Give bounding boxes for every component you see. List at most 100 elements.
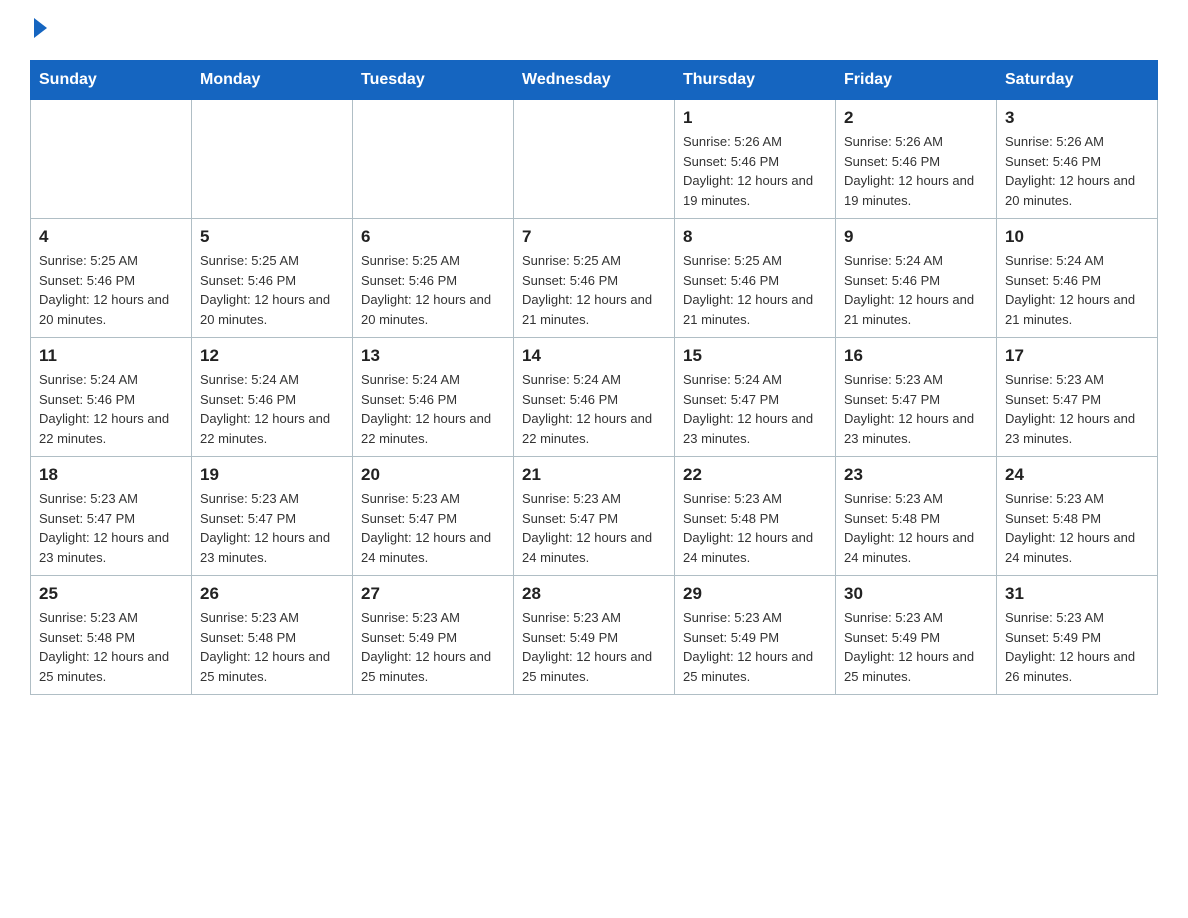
calendar-day-cell: 13 Sunrise: 5:24 AMSunset: 5:46 PMDayligh…: [353, 338, 514, 457]
day-info: Sunrise: 5:23 AMSunset: 5:49 PMDaylight:…: [1005, 608, 1149, 686]
calendar-week-row: 4Sunrise: 5:25 AMSunset: 5:46 PMDaylight…: [31, 219, 1158, 338]
day-number: 19: [200, 465, 344, 485]
calendar-day-cell: 8 Sunrise: 5:25 AMSunset: 5:46 PMDaylight…: [675, 219, 836, 338]
calendar-week-row: 25 Sunrise: 5:23 AMSunset: 5:48 PMDayligh…: [31, 576, 1158, 695]
calendar-day-cell: 26Sunrise: 5:23 AMSunset: 5:48 PMDayligh…: [192, 576, 353, 695]
day-info: Sunrise: 5:23 AMSunset: 5:47 PMDaylight:…: [361, 489, 505, 567]
day-number: 29: [683, 584, 827, 604]
calendar-day-cell: 25 Sunrise: 5:23 AMSunset: 5:48 PMDayligh…: [31, 576, 192, 695]
day-number: 23: [844, 465, 988, 485]
day-info: Sunrise: 5:26 AMSunset: 5:46 PMDaylight:…: [844, 132, 988, 210]
calendar-day-cell: 21Sunrise: 5:23 AMSunset: 5:47 PMDayligh…: [514, 457, 675, 576]
weekday-header-monday: Monday: [192, 61, 353, 100]
day-info: Sunrise: 5:24 AMSunset: 5:46 PMDaylight:…: [1005, 251, 1149, 329]
day-number: 12: [200, 346, 344, 366]
calendar-day-cell: 16 Sunrise: 5:23 AMSunset: 5:47 PMDayligh…: [836, 338, 997, 457]
calendar-day-cell: 19 Sunrise: 5:23 AMSunset: 5:47 PMDayligh…: [192, 457, 353, 576]
day-number: 5: [200, 227, 344, 247]
calendar-day-cell: 4Sunrise: 5:25 AMSunset: 5:46 PMDaylight…: [31, 219, 192, 338]
day-number: 24: [1005, 465, 1149, 485]
day-info: Sunrise: 5:23 AMSunset: 5:47 PMDaylight:…: [200, 489, 344, 567]
calendar-day-cell: 1 Sunrise: 5:26 AMSunset: 5:46 PMDaylight…: [675, 100, 836, 219]
day-number: 8: [683, 227, 827, 247]
calendar-day-cell: 3 Sunrise: 5:26 AMSunset: 5:46 PMDaylight…: [997, 100, 1158, 219]
day-number: 9: [844, 227, 988, 247]
calendar-day-cell: 31 Sunrise: 5:23 AMSunset: 5:49 PMDayligh…: [997, 576, 1158, 695]
day-number: 18: [39, 465, 183, 485]
day-number: 31: [1005, 584, 1149, 604]
day-number: 25: [39, 584, 183, 604]
day-info: Sunrise: 5:25 AMSunset: 5:46 PMDaylight:…: [361, 251, 505, 329]
calendar-week-row: 1 Sunrise: 5:26 AMSunset: 5:46 PMDaylight…: [31, 100, 1158, 219]
day-number: 1: [683, 108, 827, 128]
calendar-day-cell: 6 Sunrise: 5:25 AMSunset: 5:46 PMDaylight…: [353, 219, 514, 338]
calendar-day-cell: 10 Sunrise: 5:24 AMSunset: 5:46 PMDayligh…: [997, 219, 1158, 338]
day-info: Sunrise: 5:23 AMSunset: 5:48 PMDaylight:…: [1005, 489, 1149, 567]
calendar-week-row: 11Sunrise: 5:24 AMSunset: 5:46 PMDayligh…: [31, 338, 1158, 457]
day-info: Sunrise: 5:26 AMSunset: 5:46 PMDaylight:…: [683, 132, 827, 210]
day-info: Sunrise: 5:23 AMSunset: 5:47 PMDaylight:…: [1005, 370, 1149, 448]
day-info: Sunrise: 5:23 AMSunset: 5:47 PMDaylight:…: [39, 489, 183, 567]
day-number: 28: [522, 584, 666, 604]
day-number: 21: [522, 465, 666, 485]
day-number: 13: [361, 346, 505, 366]
day-info: Sunrise: 5:24 AMSunset: 5:46 PMDaylight:…: [522, 370, 666, 448]
calendar-empty-cell: [514, 100, 675, 219]
day-info: Sunrise: 5:23 AMSunset: 5:49 PMDaylight:…: [361, 608, 505, 686]
calendar-day-cell: 18 Sunrise: 5:23 AMSunset: 5:47 PMDayligh…: [31, 457, 192, 576]
calendar-day-cell: 15 Sunrise: 5:24 AMSunset: 5:47 PMDayligh…: [675, 338, 836, 457]
calendar-day-cell: 27 Sunrise: 5:23 AMSunset: 5:49 PMDayligh…: [353, 576, 514, 695]
day-number: 27: [361, 584, 505, 604]
logo-triangle-icon: [34, 18, 47, 38]
day-number: 7: [522, 227, 666, 247]
day-info: Sunrise: 5:24 AMSunset: 5:46 PMDaylight:…: [39, 370, 183, 448]
day-info: Sunrise: 5:25 AMSunset: 5:46 PMDaylight:…: [200, 251, 344, 329]
day-info: Sunrise: 5:25 AMSunset: 5:46 PMDaylight:…: [39, 251, 183, 329]
calendar-day-cell: 17 Sunrise: 5:23 AMSunset: 5:47 PMDayligh…: [997, 338, 1158, 457]
weekday-header-friday: Friday: [836, 61, 997, 100]
calendar-day-cell: 12Sunrise: 5:24 AMSunset: 5:46 PMDayligh…: [192, 338, 353, 457]
day-info: Sunrise: 5:23 AMSunset: 5:48 PMDaylight:…: [200, 608, 344, 686]
day-info: Sunrise: 5:24 AMSunset: 5:46 PMDaylight:…: [361, 370, 505, 448]
calendar-day-cell: 22Sunrise: 5:23 AMSunset: 5:48 PMDayligh…: [675, 457, 836, 576]
calendar-day-cell: 30Sunrise: 5:23 AMSunset: 5:49 PMDayligh…: [836, 576, 997, 695]
day-number: 6: [361, 227, 505, 247]
page-header: [30, 20, 1158, 40]
calendar-day-cell: 28 Sunrise: 5:23 AMSunset: 5:49 PMDayligh…: [514, 576, 675, 695]
calendar-day-cell: 14 Sunrise: 5:24 AMSunset: 5:46 PMDayligh…: [514, 338, 675, 457]
calendar-empty-cell: [192, 100, 353, 219]
logo: [30, 20, 47, 40]
day-info: Sunrise: 5:26 AMSunset: 5:46 PMDaylight:…: [1005, 132, 1149, 210]
weekday-header-tuesday: Tuesday: [353, 61, 514, 100]
day-number: 15: [683, 346, 827, 366]
weekday-header-saturday: Saturday: [997, 61, 1158, 100]
day-number: 17: [1005, 346, 1149, 366]
day-info: Sunrise: 5:24 AMSunset: 5:46 PMDaylight:…: [844, 251, 988, 329]
day-info: Sunrise: 5:23 AMSunset: 5:48 PMDaylight:…: [844, 489, 988, 567]
day-info: Sunrise: 5:25 AMSunset: 5:46 PMDaylight:…: [522, 251, 666, 329]
calendar-week-row: 18 Sunrise: 5:23 AMSunset: 5:47 PMDayligh…: [31, 457, 1158, 576]
day-info: Sunrise: 5:23 AMSunset: 5:49 PMDaylight:…: [522, 608, 666, 686]
weekday-header-wednesday: Wednesday: [514, 61, 675, 100]
day-number: 3: [1005, 108, 1149, 128]
calendar-empty-cell: [31, 100, 192, 219]
calendar-day-cell: 23 Sunrise: 5:23 AMSunset: 5:48 PMDayligh…: [836, 457, 997, 576]
calendar-day-cell: 9 Sunrise: 5:24 AMSunset: 5:46 PMDaylight…: [836, 219, 997, 338]
weekday-header-thursday: Thursday: [675, 61, 836, 100]
calendar-day-cell: 7 Sunrise: 5:25 AMSunset: 5:46 PMDaylight…: [514, 219, 675, 338]
calendar-day-cell: 5 Sunrise: 5:25 AMSunset: 5:46 PMDaylight…: [192, 219, 353, 338]
calendar-day-cell: 2Sunrise: 5:26 AMSunset: 5:46 PMDaylight…: [836, 100, 997, 219]
day-info: Sunrise: 5:25 AMSunset: 5:46 PMDaylight:…: [683, 251, 827, 329]
day-info: Sunrise: 5:23 AMSunset: 5:48 PMDaylight:…: [39, 608, 183, 686]
calendar-day-cell: 29Sunrise: 5:23 AMSunset: 5:49 PMDayligh…: [675, 576, 836, 695]
day-number: 30: [844, 584, 988, 604]
day-number: 14: [522, 346, 666, 366]
day-number: 20: [361, 465, 505, 485]
day-info: Sunrise: 5:24 AMSunset: 5:47 PMDaylight:…: [683, 370, 827, 448]
day-number: 10: [1005, 227, 1149, 247]
day-number: 16: [844, 346, 988, 366]
calendar-table: SundayMondayTuesdayWednesdayThursdayFrid…: [30, 60, 1158, 695]
day-info: Sunrise: 5:23 AMSunset: 5:47 PMDaylight:…: [844, 370, 988, 448]
calendar-empty-cell: [353, 100, 514, 219]
calendar-day-cell: 24 Sunrise: 5:23 AMSunset: 5:48 PMDayligh…: [997, 457, 1158, 576]
